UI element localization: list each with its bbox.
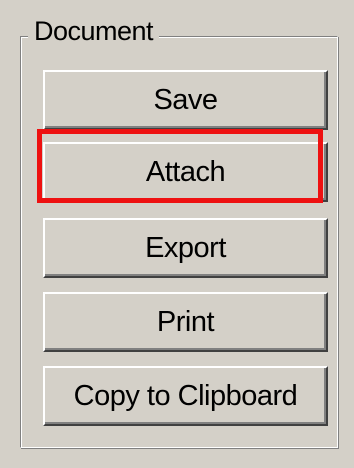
attach-button-label: Attach — [145, 155, 226, 188]
document-group-title: Document — [28, 14, 160, 48]
copy-to-clipboard-button-label: Copy to Clipboard — [73, 379, 298, 412]
print-button[interactable]: Print — [43, 292, 328, 352]
attach-button[interactable]: Attach — [43, 142, 328, 202]
save-button-label: Save — [153, 83, 218, 116]
copy-to-clipboard-button[interactable]: Copy to Clipboard — [43, 366, 328, 426]
save-button[interactable]: Save — [43, 70, 328, 130]
print-button-label: Print — [156, 305, 215, 338]
export-button-label: Export — [145, 231, 226, 264]
export-button[interactable]: Export — [43, 218, 328, 278]
